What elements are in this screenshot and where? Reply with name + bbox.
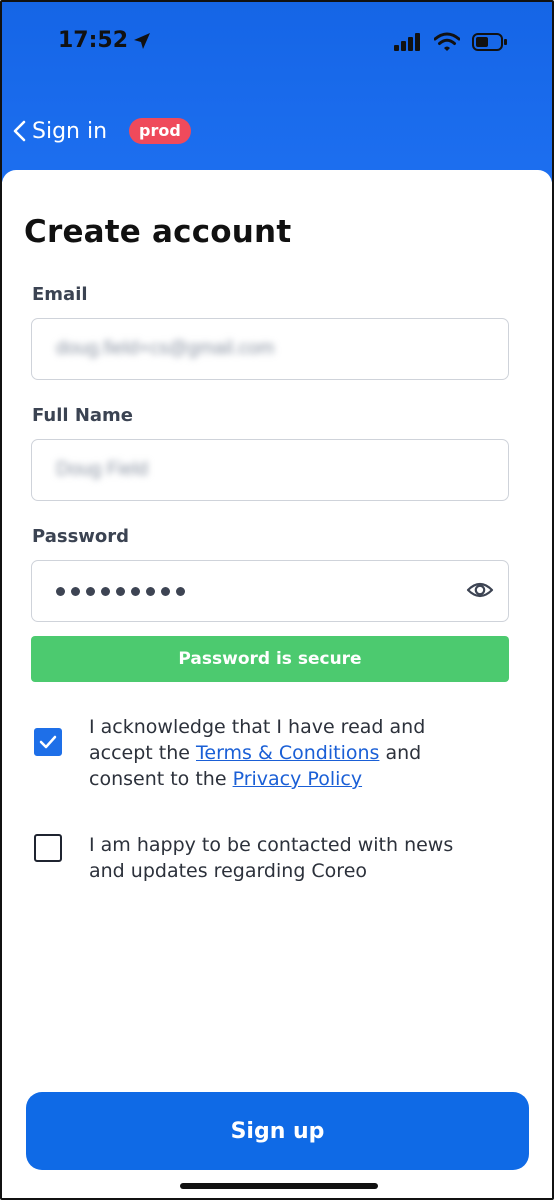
terms-row: I acknowledge that I have read and accep… (34, 714, 469, 792)
password-mask (56, 586, 185, 596)
password-dot (116, 586, 125, 596)
form-sheet: Create account Email doug.field+cs@gmail… (2, 170, 552, 1198)
password-dot (131, 586, 140, 596)
email-label: Email (32, 284, 88, 305)
terms-conditions-link[interactable]: Terms & Conditions (196, 742, 379, 764)
marketing-row: I am happy to be contacted with news and… (34, 832, 469, 884)
wifi-icon (434, 32, 460, 51)
checkmark-icon (39, 735, 57, 749)
password-dot (56, 586, 65, 596)
terms-text: I acknowledge that I have read and accep… (89, 714, 469, 792)
privacy-policy-link[interactable]: Privacy Policy (233, 768, 362, 790)
status-bar-time: 17:52 (58, 28, 152, 53)
cellular-signal-icon (394, 33, 420, 51)
full-name-field[interactable]: Doug Field (31, 439, 509, 501)
password-dot (86, 586, 95, 596)
password-dot (146, 586, 155, 596)
email-value: doug.field+cs@gmail.com (56, 338, 275, 359)
email-field[interactable]: doug.field+cs@gmail.com (31, 318, 509, 380)
home-indicator (180, 1183, 378, 1189)
password-strength-banner: Password is secure (31, 636, 509, 682)
password-label: Password (32, 526, 130, 547)
nav-bar: Sign in prod (12, 118, 191, 144)
location-arrow-icon (134, 32, 151, 49)
status-icons (394, 32, 508, 52)
eye-icon[interactable] (466, 578, 494, 602)
battery-icon (472, 33, 507, 51)
phone-screen: 17:52 Sign in prod Create account Email … (0, 0, 554, 1200)
back-button[interactable]: Sign in (12, 119, 107, 144)
clock: 17:52 (58, 28, 129, 53)
password-dot (101, 586, 110, 596)
back-label: Sign in (32, 118, 108, 144)
marketing-text: I am happy to be contacted with news and… (89, 834, 454, 882)
terms-checkbox[interactable] (34, 728, 62, 756)
full-name-label: Full Name (32, 405, 133, 426)
password-dot (161, 586, 170, 596)
password-dot (71, 586, 80, 596)
environment-badge: prod (129, 118, 191, 144)
marketing-checkbox[interactable] (34, 834, 62, 862)
password-field[interactable] (31, 560, 509, 622)
page-title: Create account (24, 214, 292, 250)
chevron-left-icon (13, 120, 26, 142)
sign-up-button[interactable]: Sign up (26, 1092, 529, 1170)
full-name-value: Doug Field (56, 459, 148, 480)
password-dot (176, 586, 185, 596)
